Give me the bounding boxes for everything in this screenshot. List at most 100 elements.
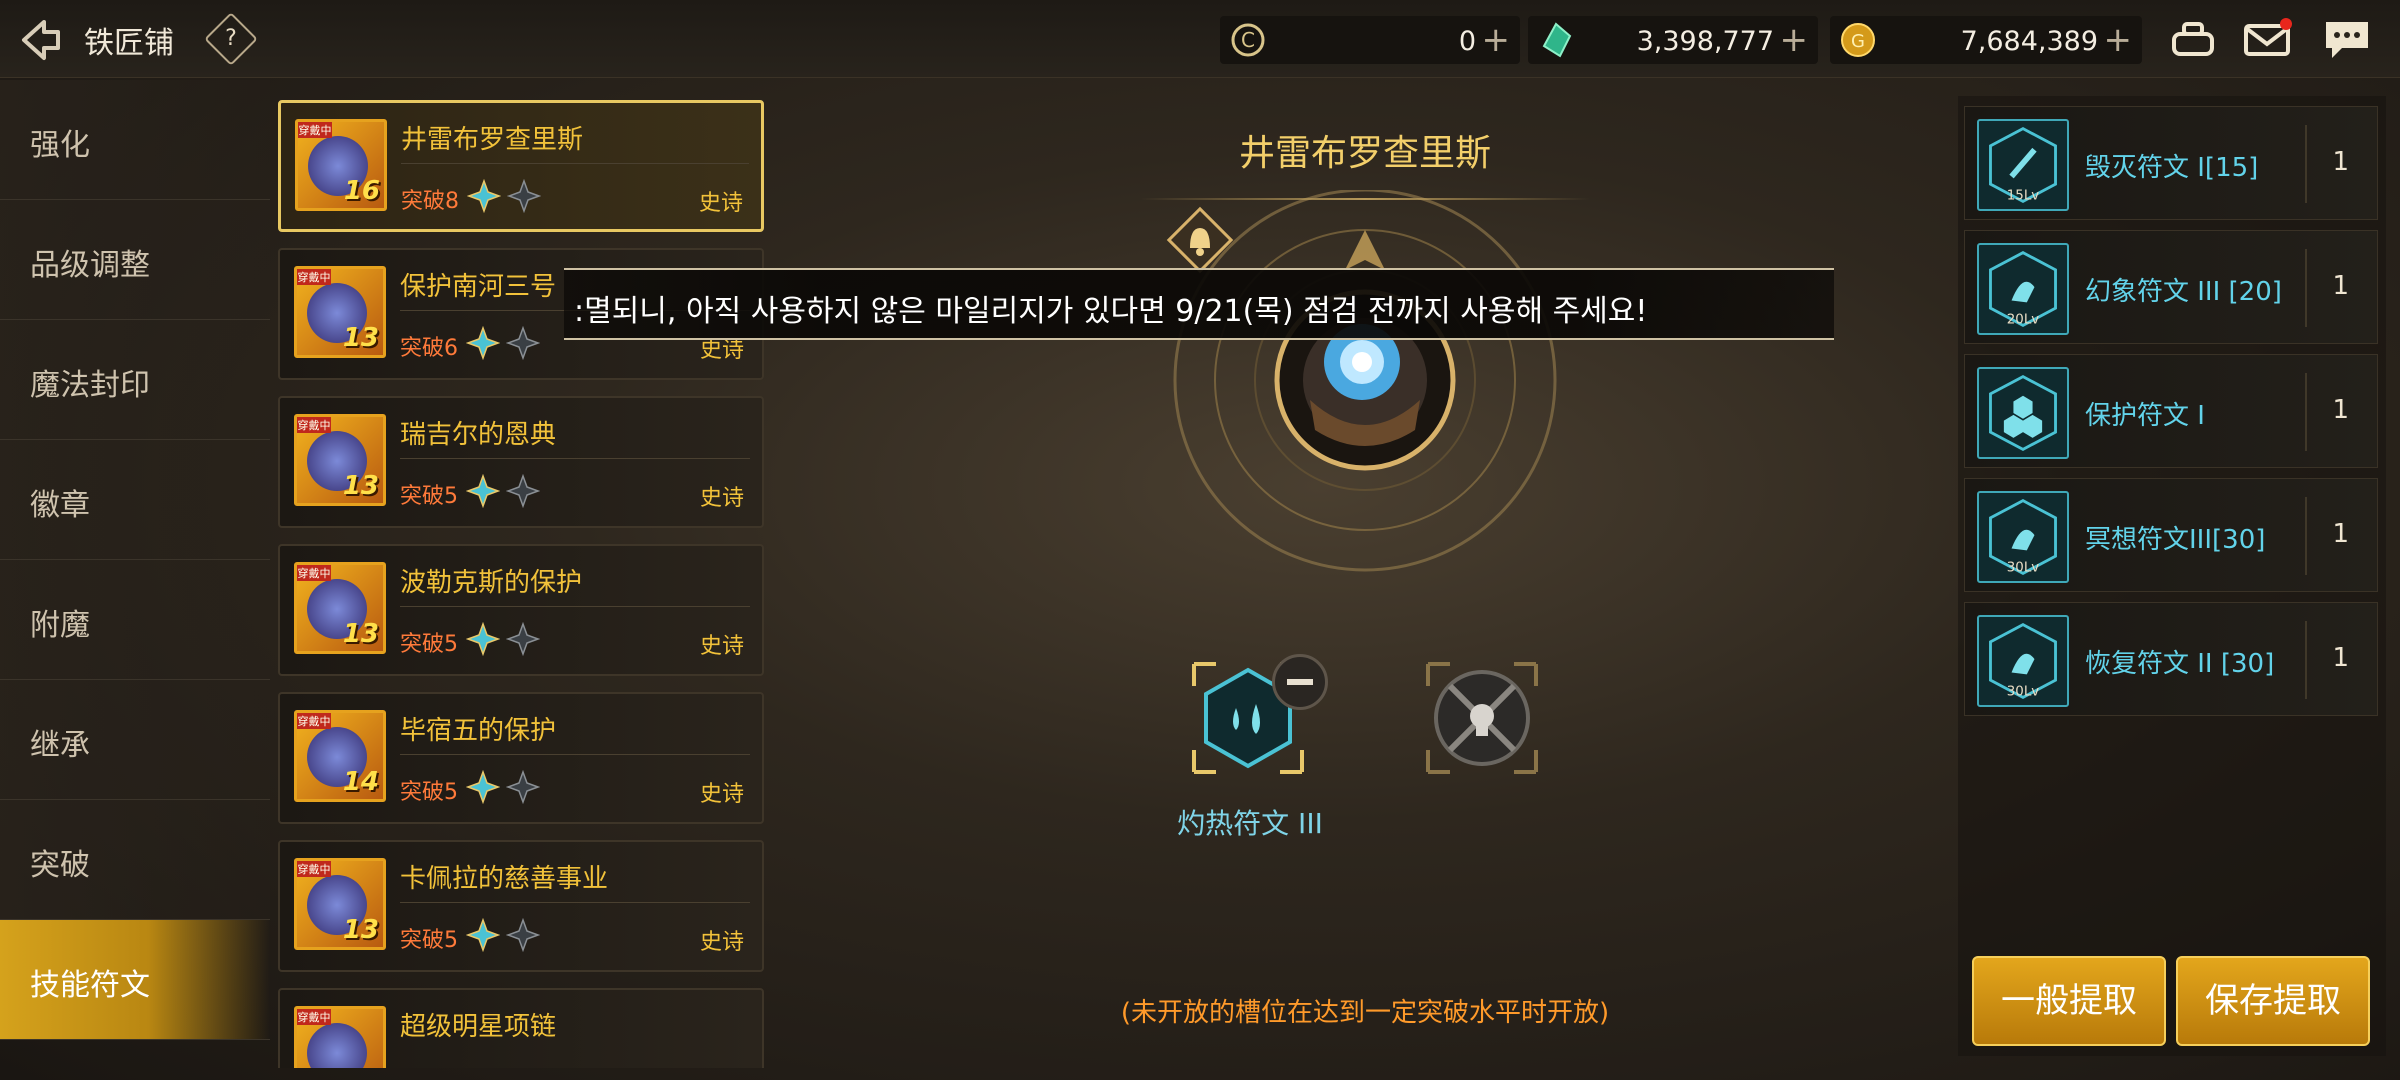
add-currency-button[interactable]: + (1780, 20, 1809, 60)
rune-row[interactable]: 30Lv 冥想符文III[30] 1 (1964, 478, 2378, 592)
illusion-rune-icon: 20Lv (1977, 243, 2069, 335)
protection-rune-icon (1977, 367, 2069, 459)
menu-item-inherit[interactable]: 继承 (0, 680, 270, 800)
menu-item-grade-adjust[interactable]: 品级调整 (0, 200, 270, 320)
rune-slot-icon (506, 918, 540, 952)
menu-item-enhance[interactable]: 强化 (0, 80, 270, 200)
back-arrow-icon[interactable] (14, 16, 62, 64)
list-item[interactable]: 穿戴中 16 井雷布罗查里斯 突破8 史诗 (278, 100, 764, 232)
rune-slot-icon (466, 326, 500, 360)
item-name: 卡佩拉的慈善事业 (400, 864, 609, 894)
sword-rune-icon: 15Lv (1977, 119, 2069, 211)
item-name: 保护南河三号 (400, 272, 557, 302)
cart-icon[interactable] (2168, 16, 2218, 62)
breakthrough-level: 突破5 (400, 632, 458, 657)
menu-item-label: 技能符文 (30, 968, 150, 1003)
list-item[interactable]: 穿戴中 13 卡佩拉的慈善事业 突破5 史诗 (278, 840, 764, 972)
breakthrough-level: 突破5 (400, 780, 458, 805)
button-label: 一般提取 (2001, 981, 2137, 1021)
menu-item-enchant[interactable]: 附魔 (0, 560, 270, 680)
list-item[interactable]: 穿戴中 13 瑞吉尔的恩典 突破5 史诗 (278, 396, 764, 528)
rune-slot-icon (466, 622, 500, 656)
menu-item-label: 品级调整 (30, 248, 150, 283)
remove-rune-button[interactable] (1272, 654, 1328, 710)
svg-text:G: G (1851, 31, 1865, 52)
save-extract-button[interactable]: 保存提取 (2176, 956, 2370, 1046)
equipment-list[interactable]: 穿戴中 16 井雷布罗查里斯 突破8 史诗 穿戴中 13 保护南河三号 突破6 史诗… (278, 100, 764, 1068)
rune-name: 恢复符文 II [30] (2085, 649, 2275, 679)
equipped-tag: 穿戴中 (297, 565, 331, 581)
rune-slot-icon (466, 770, 500, 804)
item-name: 波勒克斯的保护 (400, 568, 583, 598)
currency-gold: G 7,684,389 + (1830, 16, 2142, 64)
menu-item-skill-rune[interactable]: 技能符文 (0, 920, 270, 1040)
svg-text:C: C (1241, 28, 1255, 52)
currency-value: 0 (1458, 26, 1476, 57)
equipped-tag: 穿戴中 (297, 1009, 331, 1025)
menu-item-breakthrough[interactable]: 突破 (0, 800, 270, 920)
recovery-rune-icon: 30Lv (1977, 615, 2069, 707)
item-thumbnail: 穿戴中 13 (294, 414, 386, 506)
list-item[interactable]: 穿戴中 13 波勒克斯的保护 突破5 史诗 (278, 544, 764, 676)
item-name: 超级明星项链 (400, 1012, 557, 1042)
rune-slot-icon (466, 474, 500, 508)
breakthrough-level: 突破5 (400, 928, 458, 953)
add-currency-button[interactable]: + (2104, 20, 2133, 60)
item-name: 瑞吉尔的恩典 (400, 420, 557, 450)
item-grade: 史诗 (698, 191, 743, 216)
equipped-tag: 穿戴中 (297, 713, 331, 729)
list-item[interactable]: 穿戴中 超级明星项链 (278, 988, 764, 1068)
equipped-tag: 穿戴中 (297, 861, 331, 877)
rune-quantity: 1 (2332, 643, 2349, 673)
rune-row[interactable]: 15Lv 毁灭符文 I[15] 1 (1964, 106, 2378, 220)
button-label: 保存提取 (2205, 981, 2341, 1021)
rune-slot-icon (466, 918, 500, 952)
rune-name: 保护符文 I (2085, 401, 2205, 431)
menu-item-emblem[interactable]: 徽章 (0, 440, 270, 560)
rune-row[interactable]: 20Lv 幻象符文 III [20] 1 (1964, 230, 2378, 344)
chat-icon[interactable] (2322, 16, 2372, 62)
notice-text: :멸되니, 아직 사용하지 않은 마일리지가 있다면 9/21(목) 점검 전까… (574, 294, 1648, 329)
rune-row[interactable]: 保护符文 I 1 (1964, 354, 2378, 468)
item-name: 毕宿五的保护 (400, 716, 557, 746)
menu-item-label: 附魔 (30, 608, 90, 643)
menu-item-label: 魔法封印 (30, 368, 150, 403)
top-bar: 铁匠铺 ? C 0 + 3,398,777 + G 7,684,389 + (0, 0, 2400, 78)
item-thumbnail: 穿戴中 13 (294, 266, 386, 358)
normal-extract-button[interactable]: 一般提取 (1972, 956, 2166, 1046)
list-item[interactable]: 穿戴中 14 毕宿五的保护 突破5 史诗 (278, 692, 764, 824)
page-title: 铁匠铺 (84, 26, 174, 61)
add-currency-button[interactable]: + (1482, 20, 1511, 60)
rune-name: 幻象符文 III [20] (2085, 277, 2282, 307)
rune-slot-icon (507, 179, 541, 213)
blacksmith-menu: 强化 品级调整 魔法封印 徽章 附魔 继承 突破 技能符文 (0, 80, 270, 1040)
mail-icon[interactable] (2242, 16, 2292, 62)
item-level: 16 (343, 176, 380, 206)
meditation-rune-icon: 30Lv (1977, 491, 2069, 583)
rune-slot-icon (506, 326, 540, 360)
breakthrough-level: 突破8 (401, 189, 459, 214)
rune-slot-locked[interactable] (1420, 656, 1544, 780)
item-thumbnail: 穿戴中 16 (295, 119, 387, 211)
rune-slot-icon (506, 622, 540, 656)
svg-text:20Lv: 20Lv (2007, 312, 2039, 327)
currency-value: 3,398,777 (1636, 26, 1774, 57)
gold-coin-icon: G (1841, 23, 1875, 57)
item-grade: 史诗 (699, 782, 744, 807)
item-level: 14 (342, 767, 379, 797)
rune-row[interactable]: 30Lv 恢复符文 II [30] 1 (1964, 602, 2378, 716)
menu-item-magic-seal[interactable]: 魔法封印 (0, 320, 270, 440)
item-thumbnail: 穿戴中 14 (294, 710, 386, 802)
svg-text:15Lv: 15Lv (2007, 188, 2039, 203)
rune-quantity: 1 (2332, 395, 2349, 425)
notice-banner: :멸되니, 아직 사용하지 않은 마일리지가 있다면 9/21(목) 점검 전까… (564, 268, 1834, 340)
item-level: 13 (342, 471, 379, 501)
help-button[interactable]: ? (204, 12, 258, 66)
rune-name: 毁灭符文 I[15] (2085, 153, 2259, 183)
rune-quantity: 1 (2332, 271, 2349, 301)
rune-quantity: 1 (2332, 519, 2349, 549)
menu-item-label: 突破 (30, 848, 90, 883)
rune-quantity: 1 (2332, 147, 2349, 177)
rune-slot-icon (506, 474, 540, 508)
currency-crystal: 3,398,777 + (1528, 16, 1818, 64)
